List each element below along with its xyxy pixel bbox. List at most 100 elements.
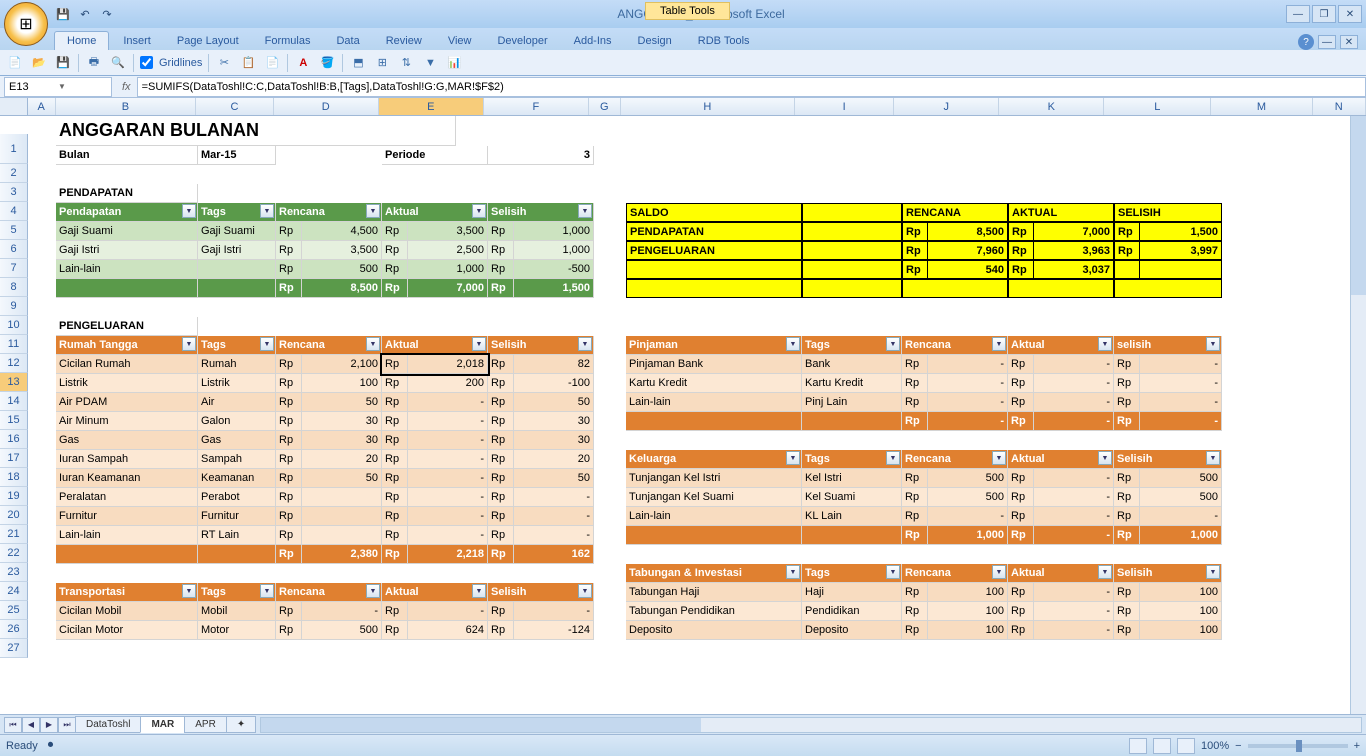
namebox-dropdown-icon[interactable]: ▼ [58,82,107,91]
filter-dropdown-icon[interactable]: ▼ [886,565,900,579]
currency-label[interactable]: Rp [276,241,302,260]
ribbon-close-icon[interactable]: ✕ [1340,35,1358,49]
val[interactable]: - [928,393,1008,412]
row-header-7[interactable]: 7 [0,259,28,278]
val[interactable]: 2,218 [408,545,488,564]
val[interactable]: - [928,355,1008,374]
val[interactable]: 8,500 [928,222,1008,241]
val[interactable]: 100 [302,374,382,393]
rp[interactable]: Rp [382,469,408,488]
row-header-15[interactable]: 15 [0,411,28,430]
tab-formulas[interactable]: Formulas [253,32,323,50]
rp[interactable]: Rp [276,488,302,507]
row-header-22[interactable]: 22 [0,544,28,563]
rp[interactable]: Rp [1114,507,1140,526]
col-header-M[interactable]: M [1211,98,1312,115]
val[interactable]: - [408,469,488,488]
val[interactable]: - [1034,583,1114,602]
val[interactable]: - [928,374,1008,393]
row-header-12[interactable]: 12 [0,354,28,373]
val[interactable]: 162 [514,545,594,564]
val[interactable]: 50 [302,469,382,488]
row-tag[interactable]: Gas [198,431,276,450]
row-name[interactable]: Cicilan Mobil [56,602,198,621]
rp[interactable]: Rp [1008,393,1034,412]
row-header-6[interactable]: 6 [0,240,28,259]
sheet-tab-apr[interactable]: APR [184,716,227,733]
fx-icon[interactable]: fx [122,81,131,93]
rp[interactable]: Rp [902,583,928,602]
col-header-B[interactable]: B [56,98,197,115]
total-blank[interactable] [56,545,198,564]
row-tag[interactable]: Air [198,393,276,412]
val[interactable]: 2,100 [302,355,382,374]
row-name[interactable]: Iuran Sampah [56,450,198,469]
filter-dropdown-icon[interactable]: ▼ [472,584,486,598]
rp[interactable]: Rp [276,602,302,621]
rp[interactable]: Rp [488,545,514,564]
row-name[interactable]: Peralatan [56,488,198,507]
filter-dropdown-icon[interactable]: ▼ [182,204,196,218]
row-name[interactable]: Gas [56,431,198,450]
th-selisih[interactable]: Selisih▼ [488,336,594,355]
filter-icon[interactable]: ▼ [421,54,439,72]
row-header-19[interactable]: 19 [0,487,28,506]
row-name[interactable]: Lain-lain [626,393,802,412]
val[interactable]: -124 [514,621,594,640]
val[interactable]: 20 [302,450,382,469]
val[interactable]: 100 [928,602,1008,621]
val[interactable]: 3,997 [1140,241,1222,260]
val[interactable]: - [928,412,1008,431]
filter-dropdown-icon[interactable]: ▼ [992,451,1006,465]
total-blank[interactable] [802,526,902,545]
office-button[interactable]: ⊞ [4,2,48,46]
th-aktual[interactable]: Aktual▼ [382,336,488,355]
rp[interactable]: Rp [902,355,928,374]
row-header-4[interactable]: 4 [0,202,28,221]
th-aktual[interactable]: Aktual▼ [1008,564,1114,583]
row-header-5[interactable]: 5 [0,221,28,240]
rp[interactable]: Rp [382,602,408,621]
row-tag[interactable]: Listrik [198,374,276,393]
rp[interactable]: Rp [1008,488,1034,507]
row-header-8[interactable]: 8 [0,278,28,297]
val[interactable]: - [928,507,1008,526]
th-tags[interactable]: Tags▼ [802,450,902,469]
value-cell[interactable]: -500 [514,260,594,279]
saldo-cell[interactable] [626,260,802,279]
rp[interactable]: Rp [382,621,408,640]
rp[interactable]: Rp [902,374,928,393]
pend-tag[interactable] [198,260,276,279]
pend-name[interactable]: Lain-lain [56,260,198,279]
row-tag[interactable]: Pinj Lain [802,393,902,412]
horizontal-scrollbar[interactable] [260,717,1362,733]
row-name[interactable]: Lain-lain [626,507,802,526]
row-name[interactable]: Air Minum [56,412,198,431]
rp[interactable]: Rp [382,526,408,545]
rp[interactable]: Rp [276,469,302,488]
val[interactable]: 30 [302,412,382,431]
rp[interactable]: Rp [1114,393,1140,412]
maximize-button[interactable]: ❐ [1312,5,1336,23]
col-header-C[interactable]: C [196,98,273,115]
rp[interactable]: Rp [1008,260,1034,279]
val[interactable]: 30 [514,412,594,431]
row-header-1[interactable]: 1 [0,134,28,164]
th-rencana[interactable]: Rencana▼ [902,450,1008,469]
filter-dropdown-icon[interactable]: ▼ [1098,337,1112,351]
th-tags[interactable]: Tags▼ [198,583,276,602]
val[interactable]: - [514,507,594,526]
ribbon-minimize-icon[interactable]: — [1318,35,1336,49]
tab-addins[interactable]: Add-Ins [562,32,624,50]
value-cell[interactable]: 1,000 [514,222,594,241]
row-name[interactable]: Tabungan Pendidikan [626,602,802,621]
sort-icon[interactable]: ⇅ [397,54,415,72]
th-rencana[interactable]: Rencana▼ [902,564,1008,583]
value-cell[interactable]: 4,500 [302,222,382,241]
val[interactable]: 540 [928,260,1008,279]
tab-page-layout[interactable]: Page Layout [165,32,251,50]
rp[interactable]: Rp [1008,412,1034,431]
row-header-21[interactable]: 21 [0,525,28,544]
rp[interactable]: Rp [488,602,514,621]
row-tag[interactable]: Rumah [198,355,276,374]
